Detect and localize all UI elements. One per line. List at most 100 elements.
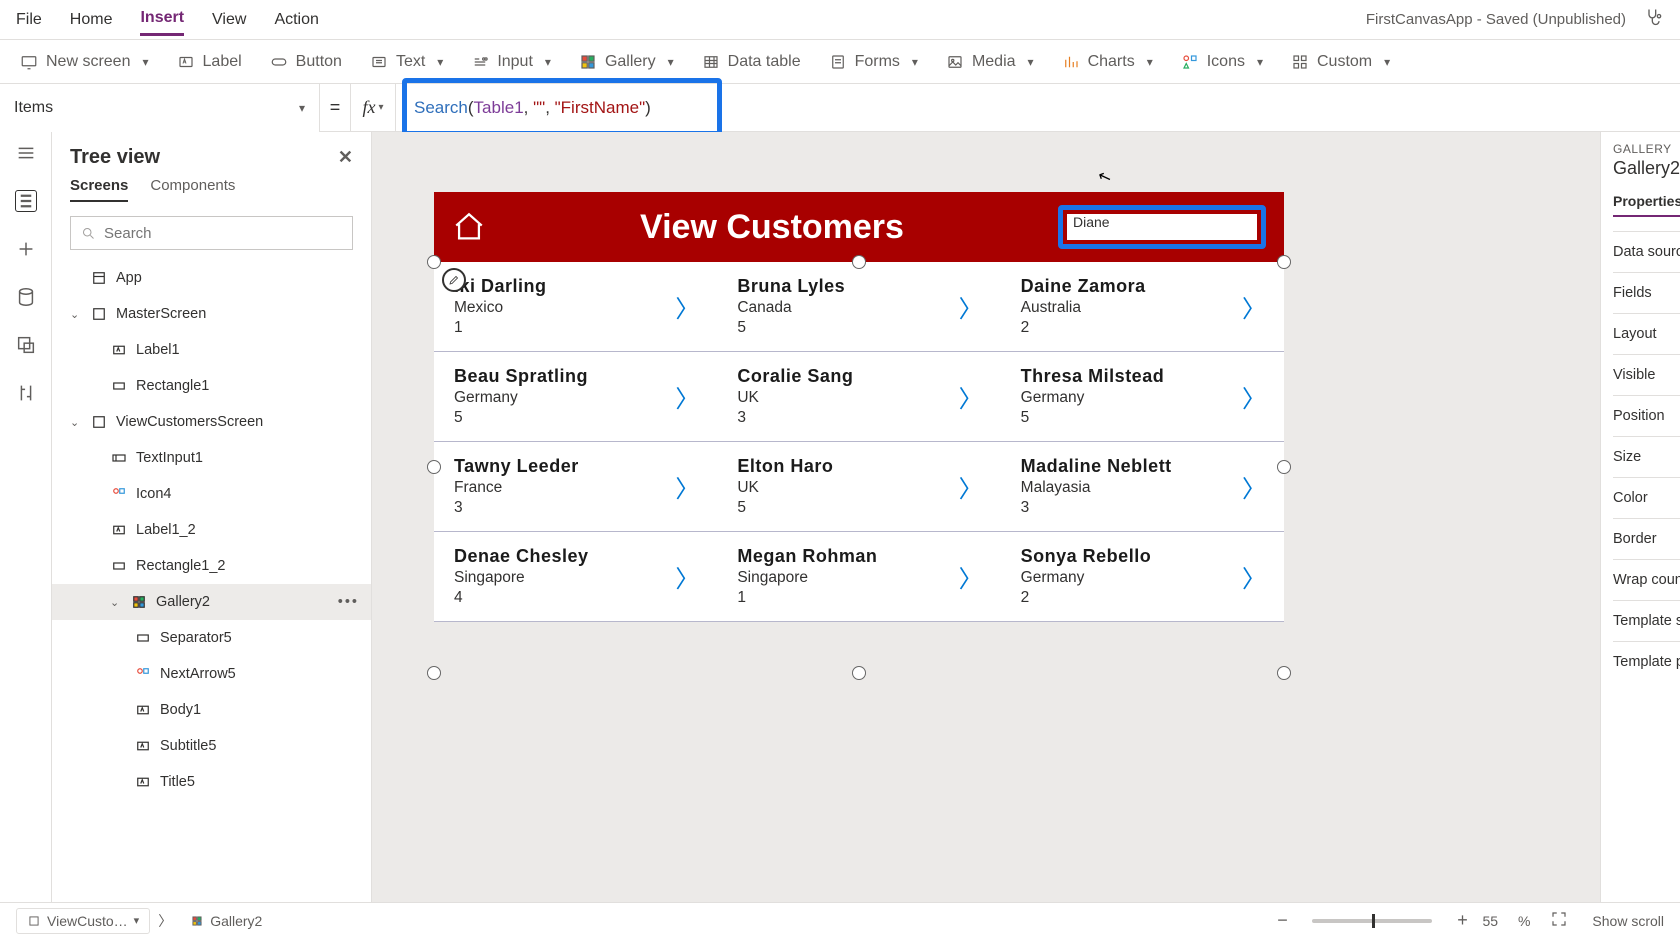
app-checker-icon[interactable]	[1644, 7, 1664, 32]
fx-button[interactable]: fx	[350, 84, 396, 131]
gallery-item[interactable]: Tawny LeederFrance3〉	[434, 442, 717, 532]
tab-screens[interactable]: Screens	[70, 177, 128, 202]
gallery-item[interactable]: Megan RohmanSingapore1〉	[717, 532, 1000, 622]
ribbon-media[interactable]: Media	[946, 53, 1034, 71]
gallery-item[interactable]: Bruna LylesCanada5〉	[717, 262, 1000, 352]
property-row[interactable]: Template pa	[1613, 641, 1680, 682]
ribbon-button[interactable]: Button	[270, 53, 342, 71]
selection-handle[interactable]	[427, 460, 441, 474]
tree-node-label1-2[interactable]: Label1_2	[52, 512, 371, 548]
tree-node-gallery2[interactable]: ⌄ Gallery2 •••	[52, 584, 371, 620]
property-row[interactable]: Visible	[1613, 354, 1680, 395]
property-row[interactable]: Data source	[1613, 231, 1680, 272]
customer-search-input[interactable]: Diane	[1067, 214, 1257, 240]
data-icon[interactable]	[15, 286, 37, 308]
property-dropdown[interactable]: Items	[0, 84, 320, 132]
tree-node-masterscreen[interactable]: ⌄ MasterScreen	[52, 296, 371, 332]
app-preview-frame[interactable]: View Customers Diane iki DarlingMexico1〉…	[434, 192, 1284, 622]
gallery-item[interactable]: Madaline NeblettMalayasia3〉	[1001, 442, 1284, 532]
gallery-edit-icon[interactable]	[442, 268, 466, 292]
menu-action[interactable]: Action	[274, 5, 318, 35]
chevron-right-icon[interactable]: 〉	[675, 289, 705, 324]
property-row[interactable]: Color	[1613, 477, 1680, 518]
chevron-right-icon[interactable]: 〉	[959, 289, 989, 324]
props-tab-properties[interactable]: Properties	[1613, 193, 1680, 217]
chevron-right-icon[interactable]: 〉	[675, 469, 705, 504]
ribbon-charts[interactable]: Charts	[1062, 53, 1153, 71]
tree-node-body1[interactable]: Body1	[52, 692, 371, 728]
formula-input[interactable]: Search(Table1, "", "FirstName")	[406, 98, 651, 118]
ribbon-custom[interactable]: Custom	[1291, 53, 1390, 71]
close-icon[interactable]: ✕	[338, 147, 353, 168]
gallery-item[interactable]: Thresa MilsteadGermany5〉	[1001, 352, 1284, 442]
tab-components[interactable]: Components	[150, 177, 235, 202]
property-row[interactable]: Size	[1613, 436, 1680, 477]
tree-node-app[interactable]: App	[52, 260, 371, 296]
tree-node-rectangle1-2[interactable]: Rectangle1_2	[52, 548, 371, 584]
tree-node-subtitle5[interactable]: Subtitle5	[52, 728, 371, 764]
ribbon-forms[interactable]: Forms	[829, 53, 918, 71]
ribbon-gallery[interactable]: Gallery	[579, 53, 674, 71]
menu-view[interactable]: View	[212, 5, 246, 35]
add-icon[interactable]	[15, 238, 37, 260]
selection-handle[interactable]	[427, 255, 441, 269]
node-more-icon[interactable]: •••	[338, 594, 359, 610]
selection-handle[interactable]	[427, 666, 441, 680]
menu-file[interactable]: File	[16, 5, 42, 35]
chevron-right-icon[interactable]: 〉	[675, 559, 705, 594]
gallery-item[interactable]: Coralie SangUK3〉	[717, 352, 1000, 442]
ribbon-new-screen[interactable]: New screen	[20, 53, 149, 71]
gallery-item[interactable]: Beau SpratlingGermany5〉	[434, 352, 717, 442]
canvas[interactable]: ↖ View Customers Diane	[372, 132, 1600, 902]
tree-node-rectangle1[interactable]: Rectangle1	[52, 368, 371, 404]
tree-view-icon[interactable]	[15, 190, 37, 212]
customer-gallery[interactable]: iki DarlingMexico1〉Bruna LylesCanada5〉Da…	[434, 262, 1284, 622]
tree-node-icon4[interactable]: Icon4	[52, 476, 371, 512]
property-row[interactable]: Fields	[1613, 272, 1680, 313]
ribbon-input[interactable]: Input	[471, 53, 551, 71]
chevron-right-icon[interactable]: 〉	[1242, 469, 1272, 504]
breadcrumb-screen[interactable]: ViewCusto… ▾	[16, 908, 150, 934]
tree-node-nextarrow5[interactable]: NextArrow5	[52, 656, 371, 692]
selection-handle[interactable]	[1277, 666, 1291, 680]
ribbon-icons[interactable]: Icons	[1181, 53, 1263, 71]
chevron-right-icon[interactable]: 〉	[959, 469, 989, 504]
home-icon[interactable]	[452, 210, 486, 244]
tree-node-viewcustomersscreen[interactable]: ⌄ ViewCustomersScreen	[52, 404, 371, 440]
tools-icon[interactable]	[15, 382, 37, 404]
tree-search[interactable]	[70, 216, 353, 250]
chevron-right-icon[interactable]: 〉	[675, 379, 705, 414]
fit-to-screen-icon[interactable]	[1550, 910, 1568, 931]
property-row[interactable]: Border	[1613, 518, 1680, 559]
ribbon-text[interactable]: Text	[370, 53, 443, 71]
selection-handle[interactable]	[1277, 460, 1291, 474]
chevron-right-icon[interactable]: 〉	[959, 559, 989, 594]
tree-node-separator5[interactable]: Separator5	[52, 620, 371, 656]
ribbon-data-table[interactable]: Data table	[702, 53, 801, 71]
breadcrumb-control[interactable]: Gallery2	[180, 908, 272, 934]
property-row[interactable]: Wrap count	[1613, 559, 1680, 600]
selection-handle[interactable]	[1277, 255, 1291, 269]
tree-node-title5[interactable]: Title5	[52, 764, 371, 800]
gallery-item[interactable]: Elton HaroUK5〉	[717, 442, 1000, 532]
selection-handle[interactable]	[852, 255, 866, 269]
zoom-out-button[interactable]: −	[1270, 910, 1294, 931]
chevron-right-icon[interactable]: 〉	[1242, 379, 1272, 414]
gallery-item[interactable]: Daine ZamoraAustralia2〉	[1001, 262, 1284, 352]
chevron-right-icon[interactable]: 〉	[959, 379, 989, 414]
zoom-slider[interactable]	[1312, 919, 1432, 923]
ribbon-label[interactable]: Label	[177, 53, 242, 71]
menu-home[interactable]: Home	[70, 5, 113, 35]
media-panel-icon[interactable]	[15, 334, 37, 356]
selection-handle[interactable]	[852, 666, 866, 680]
tree-node-textinput1[interactable]: TextInput1	[52, 440, 371, 476]
chevron-right-icon[interactable]: 〉	[1242, 289, 1272, 324]
chevron-right-icon[interactable]: 〉	[1242, 559, 1272, 594]
property-row[interactable]: Position	[1613, 395, 1680, 436]
property-row[interactable]: Layout	[1613, 313, 1680, 354]
tree-search-input[interactable]	[104, 225, 342, 242]
property-row[interactable]: Template size	[1613, 600, 1680, 641]
zoom-in-button[interactable]: +	[1450, 910, 1474, 931]
gallery-item[interactable]: Denae ChesleySingapore4〉	[434, 532, 717, 622]
gallery-item[interactable]: Sonya RebelloGermany2〉	[1001, 532, 1284, 622]
